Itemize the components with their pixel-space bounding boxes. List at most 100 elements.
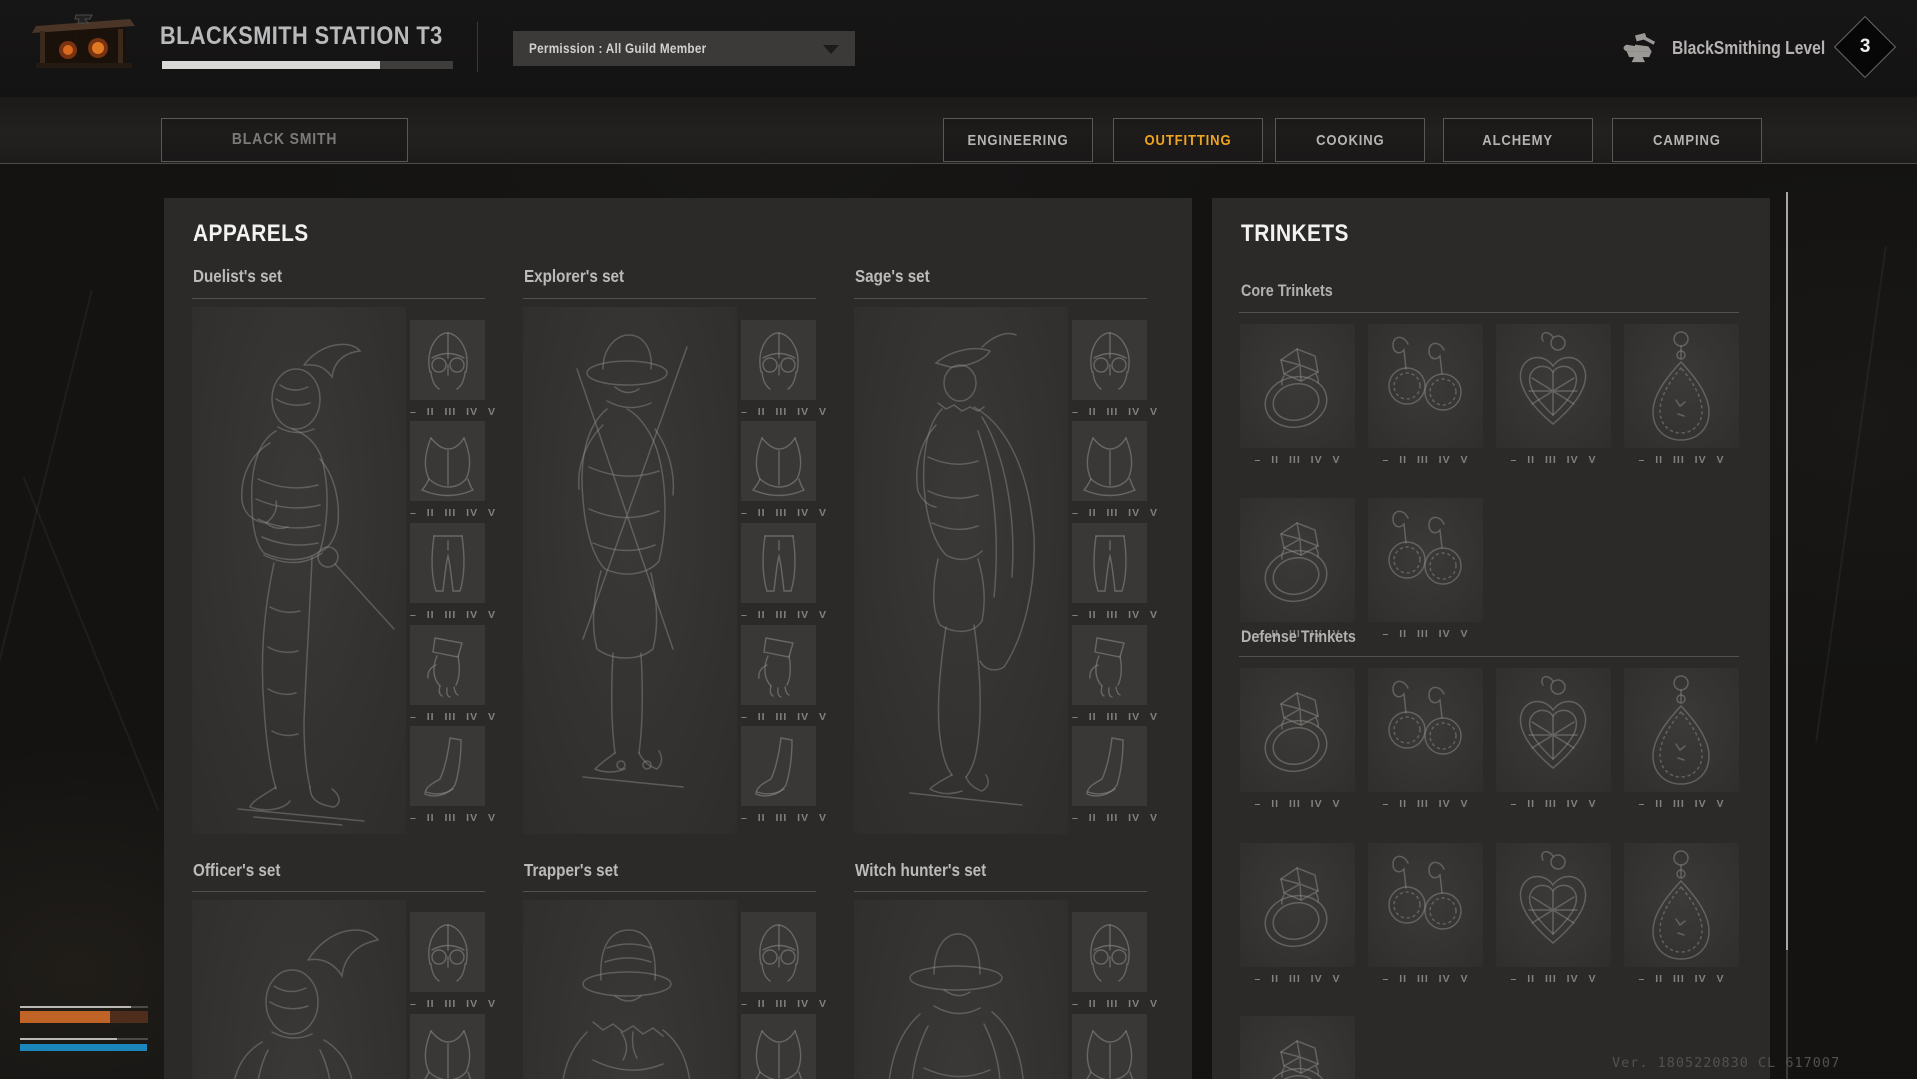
trinket-card-earrings: – II III IV V: [1368, 324, 1483, 466]
ring-icon: [1240, 324, 1355, 448]
drop-earring-icon: [1624, 843, 1739, 967]
scrollbar-thumb[interactable]: [1786, 192, 1788, 950]
hud-top-line-fill: [20, 1006, 131, 1008]
craft-slot-drop-earring[interactable]: [1624, 324, 1739, 448]
craft-slot-legs[interactable]: [410, 523, 485, 603]
craft-slot-earrings[interactable]: [1368, 498, 1483, 622]
craft-slot-drop-earring[interactable]: [1624, 668, 1739, 792]
craft-slot-helmet[interactable]: [741, 320, 816, 400]
trinket-card-drop-earring: – II III IV V: [1624, 843, 1739, 985]
tier-indicator: – II III IV V: [1240, 973, 1355, 985]
craft-slot-boots[interactable]: [741, 726, 816, 806]
earrings-icon: [1368, 498, 1483, 622]
witch-hunter-figure-illustration: [854, 900, 1068, 1079]
craft-slot-chest[interactable]: [410, 1014, 485, 1079]
craft-slot-gloves[interactable]: [741, 625, 816, 705]
craft-slot-heart-pendant[interactable]: [1496, 324, 1611, 448]
tab-camping[interactable]: CAMPING: [1612, 118, 1762, 162]
craft-slot-chest[interactable]: [410, 421, 485, 501]
craft-slot-boots[interactable]: [1072, 726, 1147, 806]
craft-slot-drop-earring[interactable]: [1624, 843, 1739, 967]
helmet-icon: [1072, 912, 1147, 992]
tier-indicator: – II III IV V: [1072, 406, 1147, 418]
craft-slot-gloves[interactable]: [410, 625, 485, 705]
craft-slot-heart-pendant[interactable]: [1496, 668, 1611, 792]
heart-pendant-icon: [1496, 843, 1611, 967]
sage-figure-illustration: [854, 307, 1068, 834]
header-divider: [477, 22, 478, 72]
tier-indicator: – II III IV V: [1240, 798, 1355, 810]
craft-slot-helmet[interactable]: [741, 912, 816, 992]
skill-label: BlackSmithing Level: [1672, 38, 1825, 59]
trinket-card-earrings: – II III IV V: [1368, 843, 1483, 985]
tab-outfitting[interactable]: OUTFITTING: [1113, 118, 1263, 162]
craft-slot-chest[interactable]: [741, 1014, 816, 1079]
duelist-figure-illustration: [192, 307, 406, 834]
divider: [854, 298, 1147, 299]
craft-slot-helmet[interactable]: [1072, 320, 1147, 400]
tier-indicator: – II III IV V: [1072, 812, 1147, 824]
set-card-sage: – II III IV V – II III IV V – II III IV …: [854, 307, 1147, 834]
hud-top-line-track: [20, 1006, 148, 1008]
tab-alchemy[interactable]: ALCHEMY: [1443, 118, 1593, 162]
tab-cooking[interactable]: COOKING: [1275, 118, 1425, 162]
craft-slot-helmet[interactable]: [410, 320, 485, 400]
craft-slot-chest[interactable]: [741, 421, 816, 501]
craft-slot-ring[interactable]: [1240, 843, 1355, 967]
trinket-card-earrings: – II III IV V: [1368, 498, 1483, 640]
craft-slot-helmet[interactable]: [1072, 912, 1147, 992]
tier-indicator: – II III IV V: [741, 406, 816, 418]
set-preview-image: [523, 307, 737, 834]
craft-slot-legs[interactable]: [741, 523, 816, 603]
officer-figure-illustration: [192, 900, 406, 1079]
craft-slot-heart-pendant[interactable]: [1496, 843, 1611, 967]
divider: [1239, 656, 1739, 657]
craft-slot-ring[interactable]: [1240, 1016, 1355, 1079]
tier-indicator: – II III IV V: [1624, 973, 1739, 985]
craft-slot-earrings[interactable]: [1368, 324, 1483, 448]
legs-armor-icon: [410, 523, 485, 603]
craft-slot-ring[interactable]: [1240, 668, 1355, 792]
set-name-sage: Sage's set: [855, 266, 941, 287]
tab-bar: BLACK SMITH ENGINEERING OUTFITTING COOKI…: [0, 97, 1917, 164]
boots-icon: [741, 726, 816, 806]
set-card-duelist: – II III IV V – II III IV V – II III IV …: [192, 307, 485, 834]
craft-slot-chest[interactable]: [1072, 421, 1147, 501]
tier-indicator: – II III IV V: [741, 998, 816, 1010]
craft-slot-earrings[interactable]: [1368, 843, 1483, 967]
craft-slot-ring[interactable]: [1240, 498, 1355, 622]
station-progress-fill: [162, 61, 380, 69]
tier-indicator: – II III IV V: [1624, 454, 1739, 466]
craft-slot-helmet[interactable]: [410, 912, 485, 992]
tier-indicator: – II III IV V: [410, 406, 485, 418]
tier-indicator: – II III IV V: [1072, 998, 1147, 1010]
chest-armor-icon: [741, 421, 816, 501]
craft-slot-chest[interactable]: [1072, 1014, 1147, 1079]
helmet-icon: [741, 320, 816, 400]
trinket-card-ring: [1240, 1016, 1355, 1079]
tab-engineering[interactable]: ENGINEERING: [943, 118, 1093, 162]
set-card-trapper: – II III IV V – II III IV V: [523, 900, 816, 1079]
skill-level-value: 3: [1860, 36, 1871, 58]
tier-indicator: – II III IV V: [1624, 798, 1739, 810]
chevron-down-icon: [823, 45, 839, 54]
craft-slot-ring[interactable]: [1240, 324, 1355, 448]
craft-slot-legs[interactable]: [1072, 523, 1147, 603]
set-card-explorer: – II III IV V – II III IV V – II III IV …: [523, 307, 816, 834]
earrings-icon: [1368, 324, 1483, 448]
set-card-witch-hunter: – II III IV V – II III IV V: [854, 900, 1147, 1079]
hud-blue-bar: [20, 1044, 147, 1051]
gloves-icon: [741, 625, 816, 705]
chest-armor-icon: [1072, 421, 1147, 501]
tier-indicator: – II III IV V: [741, 711, 816, 723]
boots-icon: [1072, 726, 1147, 806]
permission-dropdown[interactable]: Permission : All Guild Member: [513, 31, 855, 66]
divider: [192, 298, 485, 299]
trinket-card-heart-pendant: – II III IV V: [1496, 324, 1611, 466]
craft-slot-gloves[interactable]: [1072, 625, 1147, 705]
craft-slot-earrings[interactable]: [1368, 668, 1483, 792]
trinkets-panel: TRINKETS Core Trinkets – II III IV V – I…: [1212, 198, 1770, 1079]
helmet-icon: [1072, 320, 1147, 400]
craft-slot-boots[interactable]: [410, 726, 485, 806]
boots-icon: [410, 726, 485, 806]
